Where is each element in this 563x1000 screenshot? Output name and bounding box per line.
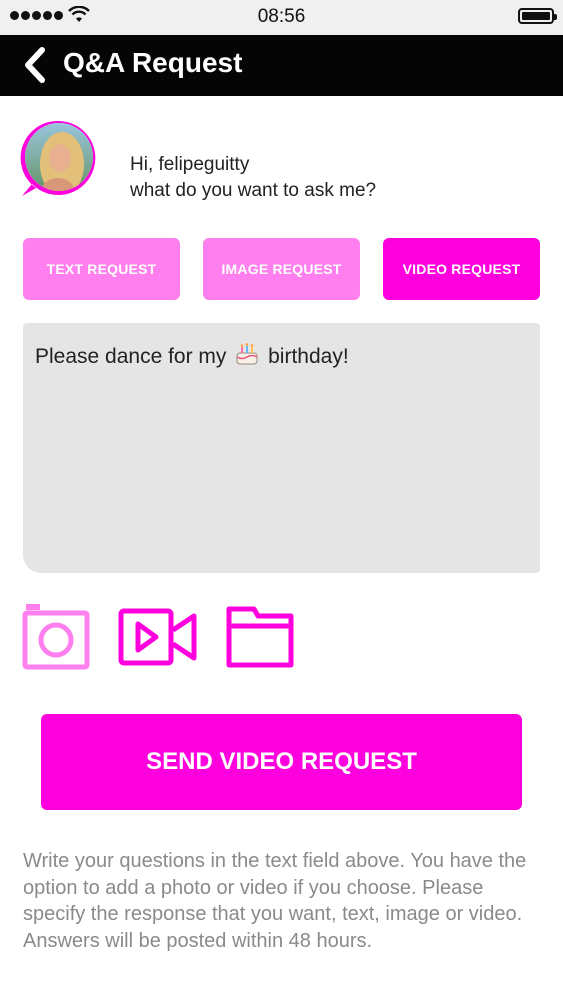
video-camera-icon[interactable] xyxy=(118,608,198,666)
greeting: Hi, felipeguitty what do you want to ask… xyxy=(130,152,376,204)
help-response-time: Answers will be posted within 48 hours. xyxy=(23,929,373,952)
avatar[interactable] xyxy=(18,118,100,200)
greeting-line-2: what do you want to ask me? xyxy=(130,180,377,201)
image-request-button[interactable]: IMAGE REQUEST xyxy=(203,238,360,300)
birthday-cake-icon xyxy=(236,343,258,365)
nav-bar: Q&A Request xyxy=(0,35,563,96)
question-text-start: Please dance for my xyxy=(35,345,227,368)
question-text-end: birthday! xyxy=(268,345,349,368)
send-video-request-button[interactable]: SEND VIDEO REQUEST xyxy=(41,714,522,810)
greeting-line-1: Hi, felipeguitty xyxy=(130,154,250,175)
battery-icon xyxy=(518,8,557,24)
page-title: Q&A Request xyxy=(63,47,243,78)
status-time: 08:56 xyxy=(257,6,306,27)
text-request-button[interactable]: TEXT REQUEST xyxy=(23,238,180,300)
help-instructions: Write your questions in the text field a… xyxy=(23,850,527,925)
help-text: Write your questions in the text field a… xyxy=(23,848,543,954)
folder-icon[interactable] xyxy=(226,606,294,668)
camera-icon[interactable] xyxy=(22,602,90,670)
video-request-button[interactable]: VIDEO REQUEST xyxy=(383,238,540,300)
chevron-left-icon[interactable] xyxy=(22,46,50,84)
status-bar: 08:56 xyxy=(0,0,563,35)
question-textarea[interactable]: Please dance for my birthday! xyxy=(23,323,540,573)
